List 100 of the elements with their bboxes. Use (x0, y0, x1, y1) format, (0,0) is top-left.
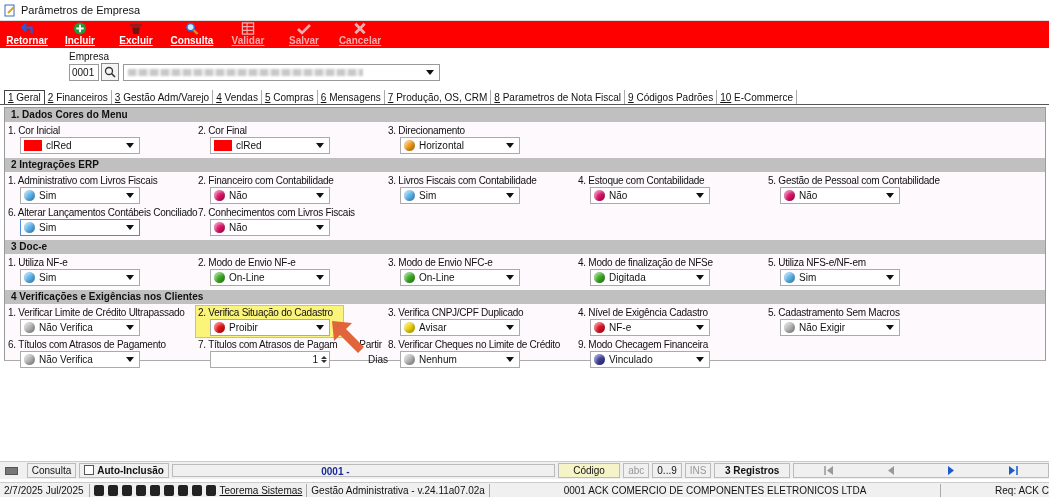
dropdown[interactable]: NF-e (590, 319, 710, 336)
field-label: 3. Verifica CNPJ/CPF Duplicado (388, 307, 524, 318)
dropdown[interactable]: Avisar (400, 319, 520, 336)
next-icon[interactable] (947, 466, 956, 475)
tab[interactable]: 1 Geral (4, 90, 45, 104)
field-label: 1. Administrativo com Livros Fiscais (8, 175, 158, 186)
toolbar-button[interactable]: Excluir (108, 21, 164, 48)
caret-icon (126, 357, 134, 362)
check-icon (297, 23, 311, 35)
caret-icon (506, 193, 514, 198)
section-header: 1. Dados Cores do Menu (5, 108, 1045, 122)
unit-label: Dias (368, 353, 388, 365)
field-label: 3. Modo de Envio NFC-e (388, 257, 493, 268)
website-link[interactable]: Teorema Sistemas (219, 485, 303, 496)
key-display: 0001 - (171, 464, 555, 477)
number-spinner[interactable]: 1 (210, 351, 330, 368)
dropdown[interactable]: Sim (780, 269, 900, 286)
last-icon[interactable] (1007, 466, 1018, 475)
tab[interactable]: 9 Códigos Padrões (625, 90, 718, 104)
tab[interactable]: 8 Parametros de Nota Fiscal (491, 90, 626, 104)
record-count: 3 Registros (714, 463, 790, 478)
caret-icon (886, 325, 894, 330)
tab[interactable]: 3 Gestão Adm/Varejo (111, 90, 214, 104)
toolbar-button[interactable]: Retornar (2, 21, 52, 48)
caret-icon (426, 69, 434, 75)
dropdown[interactable]: Não (210, 219, 330, 236)
dropdown[interactable]: Nenhum (400, 351, 520, 368)
dropdown[interactable]: Não Exigir (780, 319, 900, 336)
mode-indicator: abc (623, 463, 650, 478)
mode-indicator: INS (684, 463, 712, 478)
dropdown[interactable]: Sim (20, 219, 140, 236)
field-label: 1. Verificar Limite de Crédito Ultrapassado (8, 307, 185, 318)
caret-icon (506, 325, 514, 330)
color-dropdown[interactable]: clRed (20, 137, 140, 154)
dropdown[interactable]: Não (590, 187, 710, 204)
code-field[interactable]: 0001 (69, 63, 99, 81)
field-label: 2. Cor Final (198, 125, 247, 136)
field-label: 5. Cadastramento Sem Macros (768, 307, 900, 318)
version-label: Gestão Administrativa - v.24.11a07.02a (311, 485, 485, 496)
field-label: 8. Verificar Cheques no Limite de Crédito (388, 339, 561, 350)
caret-icon (506, 357, 514, 362)
dropdown[interactable]: Sim (20, 269, 140, 286)
dropdown[interactable]: On-Line (210, 269, 330, 286)
caret-icon (886, 193, 894, 198)
toolbar-button[interactable]: Incluir (52, 21, 108, 48)
search-button[interactable] (101, 63, 119, 81)
keyboard-icon (5, 466, 18, 475)
caret-icon (126, 225, 134, 230)
dropdown[interactable]: Não (780, 187, 900, 204)
caret-icon (316, 143, 324, 148)
dropdown[interactable]: On-Line (400, 269, 520, 286)
dropdown[interactable]: Sim (400, 187, 520, 204)
caret-icon (316, 193, 324, 198)
tab[interactable]: 5 Compras (261, 90, 318, 104)
dropdown[interactable]: Vinculado (590, 351, 710, 368)
auto-inclusion-checkbox[interactable]: Auto-Inclusão (79, 463, 169, 478)
section-header: 3 Doc-e (5, 240, 1045, 254)
field-label: 1. Utiliza NF-e (8, 257, 68, 268)
tab[interactable]: 4 Vendas (213, 90, 262, 104)
field-label: 4. Estoque com Contabilidade (578, 175, 705, 186)
caret-icon (696, 193, 704, 198)
field-label: 3. Direcionamento (388, 125, 465, 136)
search-icon (185, 22, 199, 35)
caret-icon (696, 325, 704, 330)
field-label: 4. Nível de Exigência Cadastro (578, 307, 708, 318)
caret-icon (696, 275, 704, 280)
toolbar-button[interactable]: Consulta (164, 21, 220, 48)
dropdown[interactable]: Proibir (210, 319, 330, 336)
mode-indicator: 0...9 (652, 463, 682, 478)
field-label: 2. Modo de Envio NF-e (198, 257, 296, 268)
tab[interactable]: 7 Produção, OS, CRM (384, 90, 492, 104)
dropdown[interactable]: Não Verifica (20, 351, 140, 368)
dropdown[interactable]: Não Verifica (20, 319, 140, 336)
caret-icon (316, 225, 324, 230)
caret-icon (126, 325, 134, 330)
caret-icon (126, 275, 134, 280)
tab[interactable]: 10 E-Commerce (717, 90, 797, 104)
tab[interactable]: 2 Financeiros (44, 90, 112, 104)
caret-icon (316, 325, 324, 330)
field-label: 5. Gestão de Pessoal com Contabilidade (768, 175, 940, 186)
delete-icon (128, 22, 144, 35)
caret-icon (506, 275, 514, 280)
add-icon (73, 22, 87, 35)
field-label: 1. Cor Inicial (8, 125, 61, 136)
order-button[interactable]: Código (557, 463, 621, 478)
caret-icon (316, 275, 324, 280)
dropdown[interactable]: Horizontal (400, 137, 520, 154)
field-label: 7. Títulos com Atrasos de Pagam (198, 339, 338, 350)
dropdown[interactable]: Digitada (590, 269, 710, 286)
tab[interactable]: 6 Mensagens (317, 90, 385, 104)
dropdown[interactable]: Sim (20, 187, 140, 204)
back-arrow-icon (19, 22, 35, 35)
date-label: 2/7/2025 Jul/2025 (3, 485, 85, 496)
field-label: 9. Modo Checagem Financeira (578, 339, 708, 350)
dropdown[interactable]: Não (210, 187, 330, 204)
caret-icon (696, 357, 704, 362)
caret-icon (506, 143, 514, 148)
color-dropdown[interactable]: clRed (210, 137, 330, 154)
grid-icon (241, 22, 255, 35)
field-label: 6. Títulos com Atrasos de Pagamento (8, 339, 166, 350)
